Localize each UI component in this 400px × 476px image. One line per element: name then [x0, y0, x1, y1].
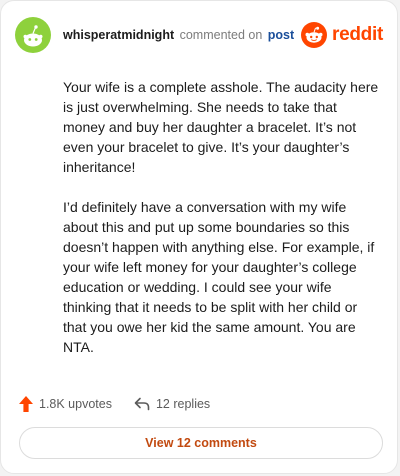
comment-paragraph: Your wife is a complete asshole. The aud… — [63, 79, 379, 175]
comment-paragraph: I’d definitely have a conversation with … — [63, 199, 375, 355]
replies-stat[interactable]: 12 replies — [134, 397, 210, 411]
comment-body: Your wife is a complete asshole. The aud… — [63, 77, 381, 377]
reddit-wordmark: reddit — [332, 24, 383, 45]
upvotes-stat[interactable]: 1.8K upvotes — [19, 396, 112, 412]
upvotes-count: 1.8K upvotes — [39, 397, 112, 411]
comment-meta: whisperatmidnight commented on post — [63, 27, 294, 43]
comment-card: whisperatmidnight commented on post redd… — [0, 0, 398, 474]
comment-footer: 1.8K upvotes 12 replies — [19, 393, 210, 415]
replies-count: 12 replies — [155, 397, 211, 411]
comment-header: whisperatmidnight commented on post redd… — [15, 15, 383, 55]
avatar-icon[interactable] — [15, 17, 51, 53]
reddit-logo-icon — [301, 22, 328, 48]
reddit-brand[interactable]: reddit — [301, 21, 383, 49]
username-link[interactable]: whisperatmidnight — [63, 28, 174, 42]
post-link[interactable]: post — [268, 28, 294, 42]
upvote-arrow-icon — [19, 396, 33, 412]
view-comments-button[interactable]: View 12 comments — [19, 427, 383, 459]
reply-arrow-icon — [134, 397, 150, 411]
action-text: commented on — [179, 28, 263, 42]
